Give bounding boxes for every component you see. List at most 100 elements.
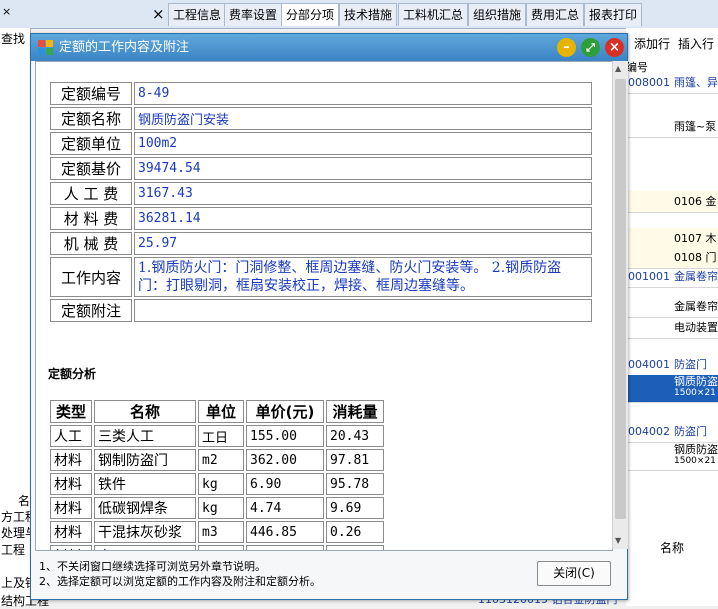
analysis-cell: 6.90 <box>246 473 324 495</box>
info-value: 36281.14 <box>134 207 592 230</box>
analysis-cell: 95.78 <box>326 473 384 495</box>
analysis-cell: 0.26 <box>326 521 384 543</box>
analysis-header: 名称 <box>94 400 196 423</box>
dialog-title: 定额的工作内容及附注 <box>59 40 190 55</box>
tab-project-info[interactable]: 工程信息 <box>168 3 227 26</box>
info-row: 材 料 费 36281.14 <box>50 207 592 230</box>
info-key: 定额附注 <box>50 299 132 322</box>
analysis-section-title: 定额分析 <box>48 367 97 381</box>
info-key: 机 械 费 <box>50 232 132 255</box>
analysis-cell: 9.69 <box>326 497 384 519</box>
hint-line-1: 1、不关闭窗口继续选择可浏览另外章节说明。 <box>39 560 266 573</box>
grid-row[interactable]: 008001 雨篷、异 <box>626 72 718 94</box>
quota-analysis-table: 类型 名称 单位 单价(元) 消耗量 人工 三类人工 工日 155.00 20.43 材料 钢制防盗… <box>48 398 386 550</box>
tab-technical-measures[interactable]: 技术措施 <box>339 3 398 26</box>
info-row: 定额编号 8-49 <box>50 82 592 105</box>
close-icon[interactable]: × <box>605 38 624 57</box>
info-key: 定额编号 <box>50 82 132 105</box>
minimize-icon[interactable]: – <box>557 38 576 57</box>
analysis-cell: kW·h <box>198 545 244 550</box>
analysis-cell: 铁件 <box>94 473 196 495</box>
tab-cost-summary[interactable]: 费用汇总 <box>526 3 585 26</box>
quota-info-table: 定额编号 8-49 定额名称 钢质防盗门安装 定额单位 100m2 定额基价 39474.54… <box>48 80 594 324</box>
analysis-header: 类型 <box>50 400 92 423</box>
analysis-cell: 低碳钢焊条 <box>94 497 196 519</box>
analysis-cell: 材料 <box>50 521 92 543</box>
analysis-cell: 材料 <box>50 449 92 471</box>
analysis-row: 材料 干混抹灰砂浆 m3 446.85 0.26 <box>50 521 384 543</box>
analysis-cell: m2 <box>198 449 244 471</box>
info-row: 人 工 费 3167.43 <box>50 182 592 205</box>
scroll-down-icon[interactable]: ▼ <box>615 536 621 545</box>
info-row: 定额附注 <box>50 299 592 322</box>
analysis-cell: 97.81 <box>326 449 384 471</box>
analysis-cell: 三类人工 <box>94 425 196 447</box>
close-button[interactable]: 关闭(C) <box>537 561 611 586</box>
grid-row[interactable]: 金属卷帘 <box>626 296 718 318</box>
analysis-cell: 20.43 <box>326 425 384 447</box>
analysis-row: 材料 低碳钢焊条 kg 4.74 9.69 <box>50 497 384 519</box>
info-row: 定额名称 钢质防盗门安装 <box>50 107 592 130</box>
info-row: 定额单位 100m2 <box>50 132 592 155</box>
tab-report-print[interactable]: 报表打印 <box>584 3 643 26</box>
grid-row[interactable]: 004001 防盗门 <box>626 354 718 376</box>
analysis-cell: m3 <box>198 521 244 543</box>
info-value: 25.97 <box>134 232 592 255</box>
tree-item[interactable]: 工程 <box>1 541 25 558</box>
tab-labor-material-summary[interactable]: 工料机汇总 <box>398 3 469 26</box>
vertical-scrollbar[interactable]: ▲ ▼ <box>612 61 628 549</box>
analysis-row: 材料 铁件 kg 6.90 95.78 <box>50 473 384 495</box>
info-key: 定额基价 <box>50 157 132 180</box>
tree-header: 名 <box>18 494 31 508</box>
grid-row[interactable]: 电动装置 <box>626 317 718 339</box>
find-label[interactable]: 查找 <box>1 30 25 47</box>
tab-rate-settings[interactable]: 费率设置 <box>224 3 283 26</box>
analysis-cell: 工日 <box>198 425 244 447</box>
analysis-cell: 人工 <box>50 425 92 447</box>
hint-line-2: 2、选择定额可以浏览定额的工作内容及附注和定额分析。 <box>39 575 321 588</box>
info-key: 材 料 费 <box>50 207 132 230</box>
analysis-row: 材料电kW·h0.7811.45 <box>50 545 384 550</box>
analysis-cell: kg <box>198 497 244 519</box>
analysis-cell: 钢制防盗门 <box>94 449 196 471</box>
dialog-title-bar[interactable]: 定额的工作内容及附注 – ⤢ × <box>31 34 627 61</box>
grid-row[interactable]: 004002 防盗门 <box>626 421 718 443</box>
info-value: 8-49 <box>134 82 592 105</box>
maximize-icon[interactable]: ⤢ <box>581 38 600 57</box>
info-value: 1.钢质防火门：门洞修整、框周边塞缝、防火门安装等。 2.钢质防盗门：打眼剔洞，… <box>134 257 592 297</box>
grid-row[interactable]: 雨篷~泵 <box>626 116 718 138</box>
analysis-header: 消耗量 <box>326 400 384 423</box>
insert-row-button[interactable]: 插入行 <box>678 35 714 52</box>
info-value: 3167.43 <box>134 182 592 205</box>
info-value <box>134 299 592 322</box>
info-value: 钢质防盗门安装 <box>134 107 592 130</box>
info-row: 机 械 费 25.97 <box>50 232 592 255</box>
analysis-row: 材料 钢制防盗门 m2 362.00 97.81 <box>50 449 384 471</box>
grid-row[interactable]: 0106 金 <box>626 191 718 213</box>
analysis-cell: 材料 <box>50 545 92 550</box>
grid-header-name: 名称 <box>660 541 685 555</box>
tab-division-items[interactable]: 分部分项 <box>281 3 340 26</box>
scroll-up-icon[interactable]: ▲ <box>615 64 621 73</box>
app-icon <box>38 40 53 55</box>
info-key: 工作内容 <box>50 257 132 297</box>
analysis-cell: 4.74 <box>246 497 324 519</box>
analysis-cell: kg <box>198 473 244 495</box>
grid-row[interactable]: 001001 金属卷帘 <box>626 266 718 288</box>
info-row: 定额基价 39474.54 <box>50 157 592 180</box>
info-value: 39474.54 <box>134 157 592 180</box>
info-key: 人 工 费 <box>50 182 132 205</box>
scrollbar-thumb[interactable] <box>615 79 626 519</box>
app-tab-bar: × × 工程信息 费率设置 分部分项 技术措施 工料机汇总 组织措施 费用汇总 … <box>0 0 718 29</box>
dialog-content[interactable]: 定额编号 8-49 定额名称 钢质防盗门安装 定额单位 100m2 定额基价 39474.54… <box>35 61 613 551</box>
analysis-cell: 155.00 <box>246 425 324 447</box>
grid-row[interactable]: 钢质防盗 1500×21 <box>626 443 718 471</box>
panel-close-icon[interactable]: × <box>148 3 169 26</box>
info-value: 100m2 <box>134 132 592 155</box>
grid-row-selected[interactable]: 钢质防盗 1500×21 <box>626 375 718 403</box>
analysis-cell: 0.78 <box>246 545 324 550</box>
analysis-cell: 362.00 <box>246 449 324 471</box>
add-row-button[interactable]: 添加行 <box>634 35 670 52</box>
tab-organization-measures[interactable]: 组织措施 <box>468 3 527 26</box>
left-close-glyph[interactable]: × <box>2 5 11 18</box>
